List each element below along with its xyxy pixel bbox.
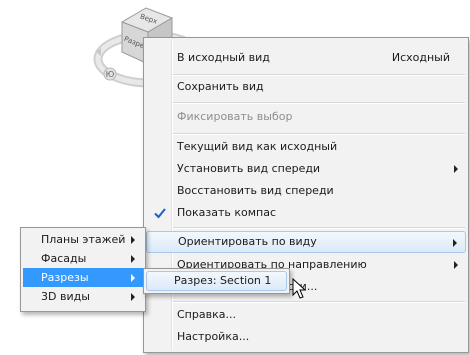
section-submenu: Разрез: Section 1 [143,268,290,294]
menu-separator [173,301,465,303]
menu-item-label: В исходный вид [177,51,270,64]
menu-separator [173,102,465,104]
menu-item-label: Планы этажей [41,233,126,246]
submenu-arrow-icon [131,293,135,301]
menu-item-label: Разрез: Section 1 [174,274,272,287]
menu-item-label: Ориентировать по виду [178,235,317,248]
compass-south-marker[interactable]: Ю [103,67,117,81]
menu-item-set-front[interactable]: Установить вид спереди [146,158,466,179]
checkmark-icon [154,208,166,219]
menu-item-label: Установить вид спереди [177,162,321,175]
menu-item-label: Показать компас [177,206,277,219]
menu-item-label: Справка... [177,308,236,321]
menu-item-label: Настройка... [177,330,250,343]
submenu-arrow-icon [454,165,458,173]
menu-item-show-compass[interactable]: Показать компас [146,202,466,223]
menu-item-go-home[interactable]: В исходный вид Исходный [146,47,466,68]
submenu-item-section-1[interactable]: Разрез: Section 1 [146,271,287,291]
submenu-item-floor-plans[interactable]: Планы этажей [23,230,143,249]
submenu-arrow-icon [131,236,135,244]
compass-label: Ю [106,70,115,79]
mouse-cursor-icon [292,278,307,299]
submenu-item-3d-views[interactable]: 3D виды [23,287,143,306]
menu-separator [173,227,465,229]
menu-item-label: Восстановить вид спереди [177,184,334,197]
menu-item-set-current-as-home[interactable]: Текущий вид как исходный [146,136,466,157]
menu-item-save-view[interactable]: Сохранить вид [146,76,466,97]
menu-item-orient-to-view[interactable]: Ориентировать по виду [146,231,466,253]
menu-separator [173,133,465,135]
menu-item-label: Текущий вид как исходный [177,140,338,153]
menu-item-shortcut: Исходный [391,51,450,64]
submenu-arrow-icon [131,274,135,282]
menu-item-label: Фасады [41,252,87,265]
context-menu: В исходный вид Исходный Сохранить вид Фи… [143,37,469,353]
menu-item-label: Сохранить вид [177,80,264,93]
menu-item-label: 3D виды [41,290,90,303]
menu-item-label: Фиксировать выбор [177,110,293,123]
menu-item-options[interactable]: Настройка... [146,326,466,347]
menu-item-lock-selection[interactable]: Фиксировать выбор [146,106,466,127]
submenu-item-sections[interactable]: Разрезы [23,268,143,287]
menu-item-label: Разрезы [41,271,89,284]
submenu-arrow-icon [453,239,457,247]
menu-item-reset-front[interactable]: Восстановить вид спереди [146,180,466,201]
menu-item-help[interactable]: Справка... [146,304,466,325]
submenu-arrow-icon [131,255,135,263]
view-type-submenu: Планы этажей Фасады Разрезы 3D виды [20,227,146,312]
submenu-arrow-icon [454,261,458,269]
submenu-item-elevations[interactable]: Фасады [23,249,143,268]
